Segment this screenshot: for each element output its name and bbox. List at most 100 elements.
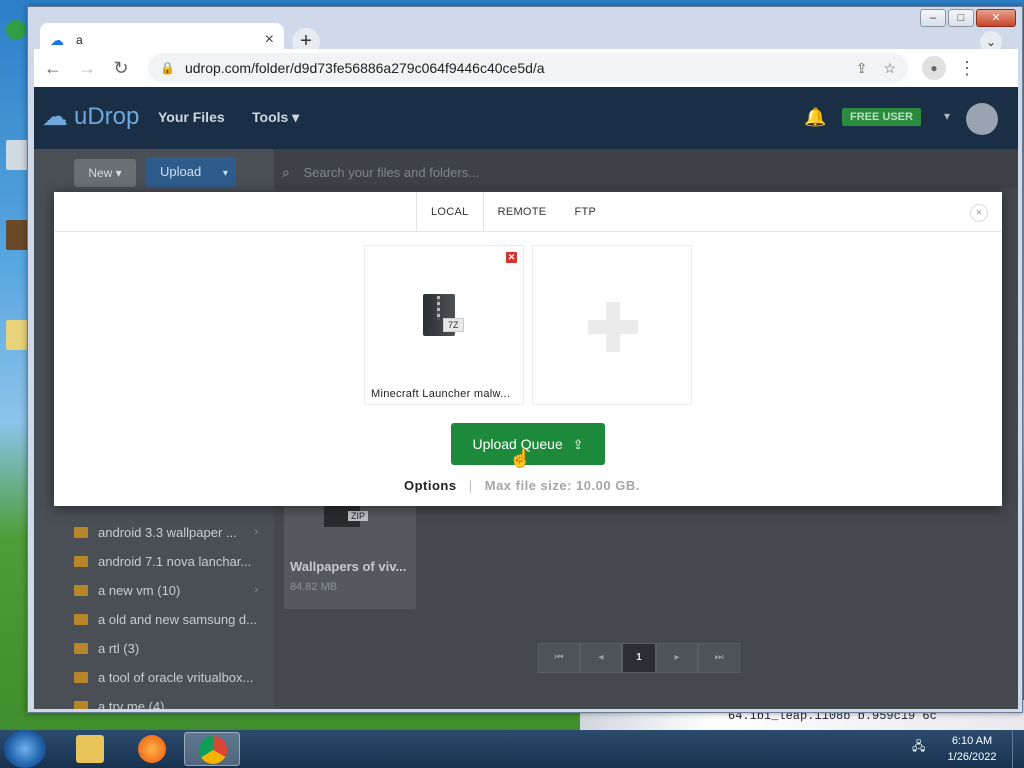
firefox-icon: [138, 735, 166, 763]
desktop-icon-folder[interactable]: [0, 320, 28, 350]
chevron-right-icon[interactable]: ›: [254, 584, 258, 596]
upload-tabs: LOCAL REMOTE FTP: [416, 192, 610, 232]
chevron-right-icon[interactable]: ›: [254, 526, 258, 538]
more-options-icon[interactable]: ⋮: [958, 58, 976, 79]
add-file-tile[interactable]: [532, 245, 692, 405]
site-header: ☁ uDrop Your Files Tools ▾ 🔔 FREE USER ▾: [34, 87, 1018, 149]
network-icon[interactable]: 🖧: [912, 737, 925, 758]
browser-toolbar: ← → ↻ 🔒 udrop.com/folder/d9d73fe56886a27…: [34, 49, 1018, 87]
folder-icon: [74, 642, 88, 654]
folder-item[interactable]: a tool of oracle vritualbox...: [74, 666, 274, 688]
close-icon[interactable]: ×: [970, 204, 988, 222]
folder-icon: [74, 555, 88, 567]
folder-name: a old and new samsung d...: [98, 611, 257, 627]
max-file-size: Max file size: 10.00 GB.: [484, 478, 640, 493]
upload-button-label: Upload: [160, 164, 202, 179]
search-placeholder: Search your files and folders...: [303, 165, 480, 180]
options-separator: |: [468, 478, 473, 493]
avatar[interactable]: [966, 103, 998, 135]
account-caret-icon[interactable]: ▾: [944, 109, 950, 123]
reload-icon[interactable]: ↻: [106, 53, 136, 83]
desktop-icon-chrome[interactable]: [0, 20, 28, 40]
last-page-button[interactable]: ⏭: [698, 643, 740, 673]
prev-page-button[interactable]: ◂: [580, 643, 622, 673]
chrome-icon: [199, 736, 227, 764]
url-text: udrop.com/folder/d9d73fe56886a279c064f94…: [184, 60, 545, 76]
tab-remote[interactable]: REMOTE: [484, 192, 561, 232]
folder-item[interactable]: a try me (4): [74, 695, 274, 709]
clock-time: 6:10 AM: [951, 735, 993, 747]
pagination: ⏮ ◂ 1 ▸ ⏭: [538, 643, 740, 673]
file-card[interactable]: ZIP Wallpapers of viv... 84.82 MB: [284, 495, 416, 609]
folder-name: a new vm (10): [98, 582, 181, 598]
system-clock[interactable]: 6:10 AM 1/26/2022: [942, 733, 1002, 765]
hand-cursor-icon: ☝: [509, 448, 532, 468]
queued-file: ✕ 7Z Minecraft Launcher malw...: [364, 245, 524, 405]
options-row: Options | Max file size: 10.00 GB.: [404, 478, 640, 493]
taskbar-chrome[interactable]: [184, 732, 240, 766]
file-ext-badge: ZIP: [348, 511, 369, 521]
back-arrow-icon[interactable]: ←: [38, 53, 68, 83]
share-icon[interactable]: ⇪: [856, 60, 868, 77]
tab-title: a: [76, 33, 83, 47]
remove-file-icon[interactable]: ✕: [506, 252, 517, 263]
search-input[interactable]: ⌕ Search your files and folders...: [282, 157, 982, 187]
next-page-button[interactable]: ▸: [656, 643, 698, 673]
upload-button[interactable]: Upload ▾: [146, 157, 236, 187]
cloud-logo-icon: ☁: [42, 101, 68, 131]
taskbar-firefox[interactable]: [124, 732, 180, 766]
clock-date: 1/26/2022: [947, 751, 997, 763]
upload-caret-icon[interactable]: ▾: [223, 168, 228, 179]
search-icon: ⌕: [282, 164, 290, 180]
start-button[interactable]: [4, 730, 46, 768]
lock-icon: 🔒: [160, 61, 175, 75]
nav-tools[interactable]: Tools ▾: [252, 109, 299, 126]
forward-arrow-icon[interactable]: →: [72, 53, 102, 83]
upload-modal: LOCAL REMOTE FTP × ✕ 7Z Minecraft Launch…: [54, 192, 1002, 506]
file-size: 84.82 MB: [290, 581, 338, 593]
file-ext-badge: 7Z: [443, 318, 464, 332]
desktop-icon-minecraft[interactable]: [0, 220, 28, 250]
taskbar: 🖧 6:10 AM 1/26/2022: [0, 730, 1024, 768]
bell-icon[interactable]: 🔔: [804, 107, 826, 128]
first-page-button[interactable]: ⏮: [538, 643, 580, 673]
show-desktop-button[interactable]: [1012, 730, 1024, 768]
folder-icon: [74, 700, 88, 709]
bookmark-star-icon[interactable]: ☆: [883, 60, 896, 77]
new-button[interactable]: New ▾: [74, 159, 136, 187]
folder-item[interactable]: a rtl (3): [74, 637, 274, 659]
folder-icon: [74, 671, 88, 683]
tab-local[interactable]: LOCAL: [416, 192, 484, 232]
folder-item[interactable]: a new vm (10) ›: [74, 579, 274, 601]
free-user-badge: FREE USER: [842, 108, 921, 126]
desktop-icon-recycle-bin[interactable]: [0, 140, 28, 170]
modal-divider: [54, 231, 1002, 232]
folder-icon: [74, 584, 88, 596]
plus-icon: [588, 302, 638, 352]
queued-file-name: Minecraft Launcher malw...: [371, 388, 511, 400]
folder-name: a tool of oracle vritualbox...: [98, 669, 254, 685]
profile-icon[interactable]: ●: [922, 56, 946, 80]
folder-icon: [74, 526, 88, 538]
taskbar-explorer[interactable]: [62, 732, 118, 766]
page-1-button[interactable]: 1: [622, 643, 656, 673]
folder-name: android 3.3 wallpaper ...: [98, 524, 237, 540]
folder-item[interactable]: a old and new samsung d...: [74, 608, 274, 630]
nav-your-files[interactable]: Your Files: [158, 109, 225, 125]
folder-name: a rtl (3): [98, 640, 140, 656]
folder-icon: [74, 613, 88, 625]
file-name: Wallpapers of viv...: [290, 559, 407, 574]
tab-ftp[interactable]: FTP: [560, 192, 610, 232]
tab-close-icon[interactable]: ×: [265, 31, 274, 49]
cloud-upload-icon: ☁: [50, 32, 64, 48]
folder-item[interactable]: android 3.3 wallpaper ... ›: [74, 521, 274, 543]
options-link[interactable]: Options: [404, 478, 457, 493]
folder-name: android 7.1 nova lanchar...: [98, 553, 252, 569]
address-bar[interactable]: 🔒 udrop.com/folder/d9d73fe56886a279c064f…: [148, 53, 908, 83]
folder-item[interactable]: android 7.1 nova lanchar...: [74, 550, 274, 572]
folder-icon: [76, 735, 104, 763]
udrop-logo[interactable]: ☁ uDrop: [42, 101, 139, 132]
folder-name: a try me (4): [98, 698, 165, 710]
upload-icon: ⇪: [572, 437, 584, 452]
brand-name: uDrop: [74, 102, 140, 130]
